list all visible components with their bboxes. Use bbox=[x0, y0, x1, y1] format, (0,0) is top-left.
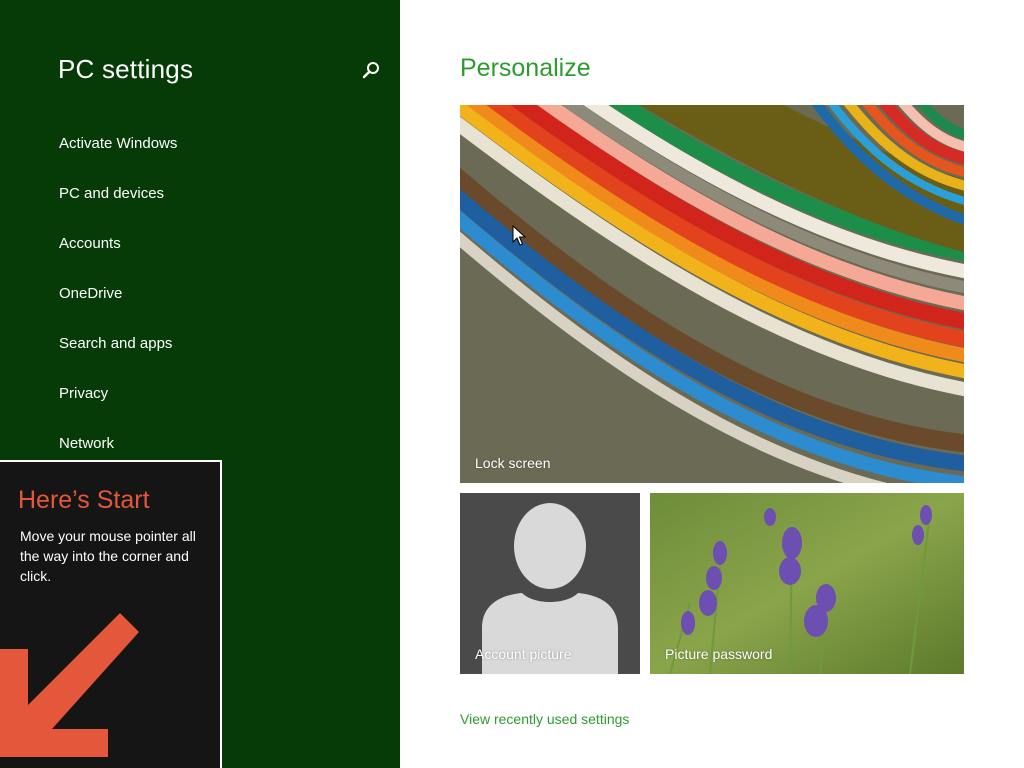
section-title: Personalize bbox=[460, 54, 591, 82]
view-recent-settings-link[interactable]: View recently used settings bbox=[460, 711, 629, 727]
arrow-down-left-icon bbox=[0, 613, 139, 757]
nav-item-pc-and-devices[interactable]: PC and devices bbox=[59, 184, 177, 234]
pane-title: PC settings bbox=[58, 54, 194, 84]
picture-password-label: Picture password bbox=[665, 646, 773, 662]
tip-title: Here’s Start bbox=[18, 486, 150, 514]
lock-screen-tile[interactable]: Lock screen bbox=[460, 105, 964, 483]
nav-item-onedrive[interactable]: OneDrive bbox=[59, 284, 177, 334]
account-picture-tile[interactable]: Account picture bbox=[460, 493, 640, 674]
account-picture-label: Account picture bbox=[475, 646, 572, 662]
search-icon bbox=[362, 62, 379, 79]
search-button[interactable] bbox=[360, 60, 382, 82]
nav-item-activate-windows[interactable]: Activate Windows bbox=[59, 134, 177, 184]
settings-sidebar: PC settings Activate Windows PC and devi… bbox=[0, 0, 400, 768]
start-tip-overlay[interactable]: Here’s Start Move your mouse pointer all… bbox=[0, 460, 222, 768]
nav-item-accounts[interactable]: Accounts bbox=[59, 234, 177, 284]
tip-body: Move your mouse pointer all the way into… bbox=[20, 528, 196, 584]
settings-nav: Activate Windows PC and devices Accounts… bbox=[59, 134, 177, 484]
lock-screen-image bbox=[460, 105, 964, 483]
nav-item-search-and-apps[interactable]: Search and apps bbox=[59, 334, 177, 384]
nav-item-privacy[interactable]: Privacy bbox=[59, 384, 177, 434]
lock-screen-label: Lock screen bbox=[475, 455, 551, 471]
pc-settings-screen: PC settings Activate Windows PC and devi… bbox=[0, 0, 1024, 768]
personalize-pane: Personalize Lock screen Account picture … bbox=[400, 0, 1024, 768]
picture-password-tile[interactable]: Picture password bbox=[650, 493, 964, 674]
